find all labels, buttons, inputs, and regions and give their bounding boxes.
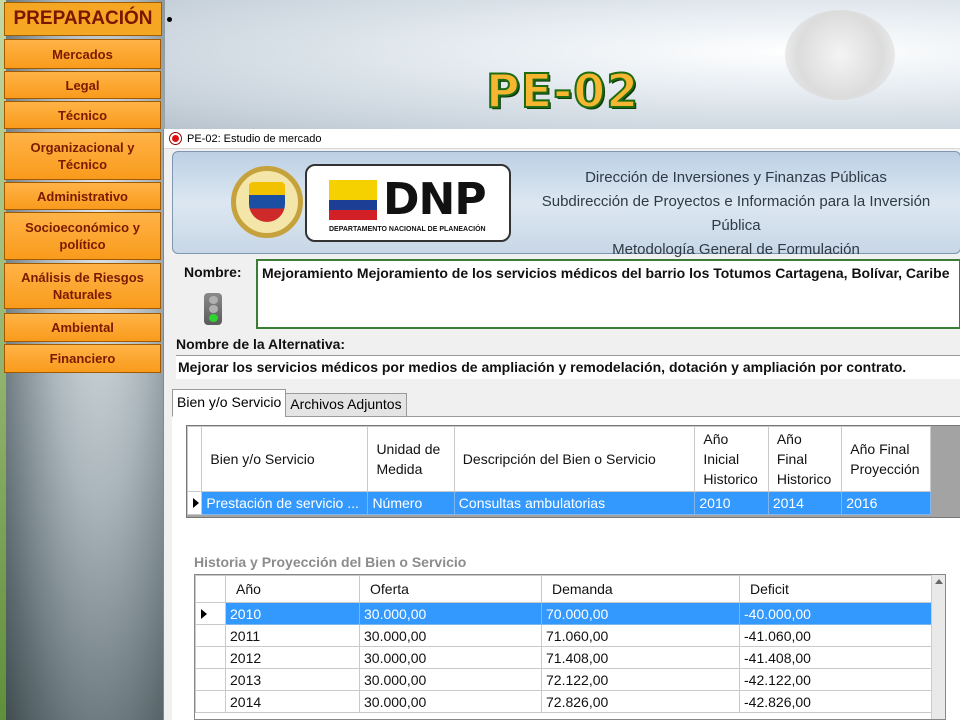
window-titlebar: PE-02: Estudio de mercado <box>164 129 960 149</box>
menu-item-tecnico[interactable]: Técnico <box>4 101 161 129</box>
menu-item-mercados[interactable]: Mercados <box>4 39 161 69</box>
historia-grid: Año Oferta Demanda Deficit 2010 30.000,0… <box>194 574 946 720</box>
table-cell[interactable]: 30.000,00 <box>359 668 542 691</box>
nombre-label: Nombre: <box>184 264 242 280</box>
row-selector[interactable] <box>195 646 226 669</box>
alternativa-field[interactable]: Mejorar los servicios médicos por medios… <box>176 355 960 379</box>
window-title: PE-02: Estudio de mercado <box>187 132 322 145</box>
table-row[interactable]: 2012 30.000,00 71.408,00 -41.408,00 <box>195 646 945 669</box>
table-cell[interactable]: Prestación de servicio ... <box>201 491 369 515</box>
table-cell[interactable]: 2011 <box>225 624 360 647</box>
historia-table: Año Oferta Demanda Deficit 2010 30.000,0… <box>195 575 945 713</box>
column-header[interactable]: Año Final Historico <box>767 426 843 492</box>
table-cell[interactable]: 30.000,00 <box>359 624 542 647</box>
menu-item-socioeconomico[interactable]: Socioeconómico y político <box>4 212 161 260</box>
table-cell[interactable]: 72.122,00 <box>541 668 740 691</box>
table-cell[interactable]: 2014 <box>225 690 360 713</box>
column-header[interactable]: Unidad de Medida <box>367 426 455 492</box>
column-header[interactable]: Deficit <box>739 575 945 603</box>
menu-item-administrativo[interactable]: Administrativo <box>4 182 161 210</box>
traffic-light-icon <box>204 293 222 325</box>
table-cell[interactable]: -41.408,00 <box>739 646 945 669</box>
tab-bien-servicio[interactable]: Bien y/o Servicio <box>172 389 287 417</box>
table-cell[interactable]: 30.000,00 <box>359 690 542 713</box>
menu-item-riesgos[interactable]: Análisis de Riesgos Naturales <box>4 263 161 309</box>
table-row[interactable]: 2011 30.000,00 71.060,00 -41.060,00 <box>195 624 945 647</box>
banner-line-1: Dirección de Inversiones y Finanzas Públ… <box>585 169 887 186</box>
menu-title: PREPARACIÓN <box>4 2 162 36</box>
column-header[interactable]: Año Inicial Historico <box>694 426 769 492</box>
table-cell[interactable]: 2010 <box>225 602 360 625</box>
colombia-seal-icon <box>231 166 303 238</box>
table-row[interactable]: 2010 30.000,00 70.000,00 -40.000,00 <box>195 602 945 625</box>
table-cell[interactable]: 30.000,00 <box>359 602 542 625</box>
colombia-flag-icon <box>329 180 377 220</box>
banner-line-2: Subdirección de Proyectos e Información … <box>541 193 931 234</box>
bullet-icon <box>167 17 172 22</box>
row-header-corner <box>186 426 203 492</box>
table-cell[interactable]: 2013 <box>225 668 360 691</box>
table-header-row: Bien y/o Servicio Unidad de Medida Descr… <box>186 426 931 492</box>
vertical-scrollbar[interactable] <box>931 575 945 719</box>
column-header[interactable]: Año <box>225 575 360 603</box>
row-selector[interactable] <box>195 690 226 713</box>
dnp-banner: DNP DEPARTAMENTO NACIONAL DE PLANEACIÓN … <box>172 151 960 258</box>
row-selector[interactable] <box>186 491 203 515</box>
window-icon[interactable] <box>170 133 181 144</box>
table-cell[interactable]: 70.000,00 <box>541 602 740 625</box>
table-cell[interactable]: -41.060,00 <box>739 624 945 647</box>
table-cell[interactable]: 2016 <box>841 491 931 515</box>
menu-item-ambiental[interactable]: Ambiental <box>4 313 161 342</box>
column-header[interactable]: Año Final Proyección <box>841 426 931 492</box>
column-header[interactable]: Bien y/o Servicio <box>201 426 369 492</box>
historia-title: Historia y Proyección del Bien o Servici… <box>194 554 467 570</box>
table-row[interactable]: 2013 30.000,00 72.122,00 -42.122,00 <box>195 668 945 691</box>
dnp-logo-subtitle: DEPARTAMENTO NACIONAL DE PLANEACIÓN <box>329 226 486 233</box>
bien-servicio-table: Bien y/o Servicio Unidad de Medida Descr… <box>186 426 931 515</box>
dnp-logo-text: DNP <box>383 174 487 225</box>
table-cell[interactable]: 2014 <box>767 491 843 515</box>
table-cell[interactable]: 2010 <box>694 491 769 515</box>
table-row[interactable]: Prestación de servicio ... Número Consul… <box>186 491 931 515</box>
table-header-row: Año Oferta Demanda Deficit <box>195 575 945 603</box>
column-header[interactable]: Demanda <box>541 575 740 603</box>
row-arrow-icon <box>201 608 207 619</box>
column-header[interactable]: Descripción del Bien o Servicio <box>453 426 696 492</box>
table-cell[interactable]: 30.000,00 <box>359 646 542 669</box>
table-cell[interactable]: 2012 <box>225 646 360 669</box>
row-selector[interactable] <box>195 624 226 647</box>
menu-item-legal[interactable]: Legal <box>4 71 161 99</box>
row-arrow-icon <box>193 498 199 508</box>
row-header-corner <box>195 575 226 603</box>
dnp-logo: DNP DEPARTAMENTO NACIONAL DE PLANEACIÓN <box>305 164 511 242</box>
table-cell[interactable]: 72.826,00 <box>541 690 740 713</box>
nombre-field[interactable]: Mejoramiento Mejoramiento de los servici… <box>256 259 960 329</box>
alternativa-label: Nombre de la Alternativa: <box>176 336 346 352</box>
table-cell[interactable]: 71.408,00 <box>541 646 740 669</box>
table-cell[interactable]: -40.000,00 <box>739 602 945 625</box>
menu-item-financiero[interactable]: Financiero <box>4 344 161 373</box>
row-selector[interactable] <box>195 668 226 691</box>
menu-item-organizacional[interactable]: Organizacional y Técnico <box>4 132 161 180</box>
form-window: PE-02: Estudio de mercado DNP DEPARTAMEN… <box>163 129 960 720</box>
scroll-up-icon[interactable] <box>934 579 943 584</box>
background-blob <box>785 10 895 100</box>
table-cell[interactable]: Consultas ambulatorias <box>453 491 696 515</box>
table-row[interactable]: 2014 30.000,00 72.826,00 -42.826,00 <box>195 690 945 713</box>
tab-strip: Bien y/o Servicio Archivos Adjuntos <box>172 389 407 417</box>
table-cell[interactable]: Número <box>367 491 455 515</box>
bien-servicio-grid: Bien y/o Servicio Unidad de Medida Descr… <box>186 425 960 518</box>
row-selector[interactable] <box>195 602 226 625</box>
tab-archivos-adjuntos[interactable]: Archivos Adjuntos <box>285 393 407 417</box>
table-cell[interactable]: -42.826,00 <box>739 690 945 713</box>
column-header[interactable]: Oferta <box>359 575 542 603</box>
table-cell[interactable]: 71.060,00 <box>541 624 740 647</box>
banner-text: Dirección de Inversiones y Finanzas Públ… <box>536 166 936 262</box>
page-title: PE-02 <box>485 63 640 119</box>
table-cell[interactable]: -42.122,00 <box>739 668 945 691</box>
